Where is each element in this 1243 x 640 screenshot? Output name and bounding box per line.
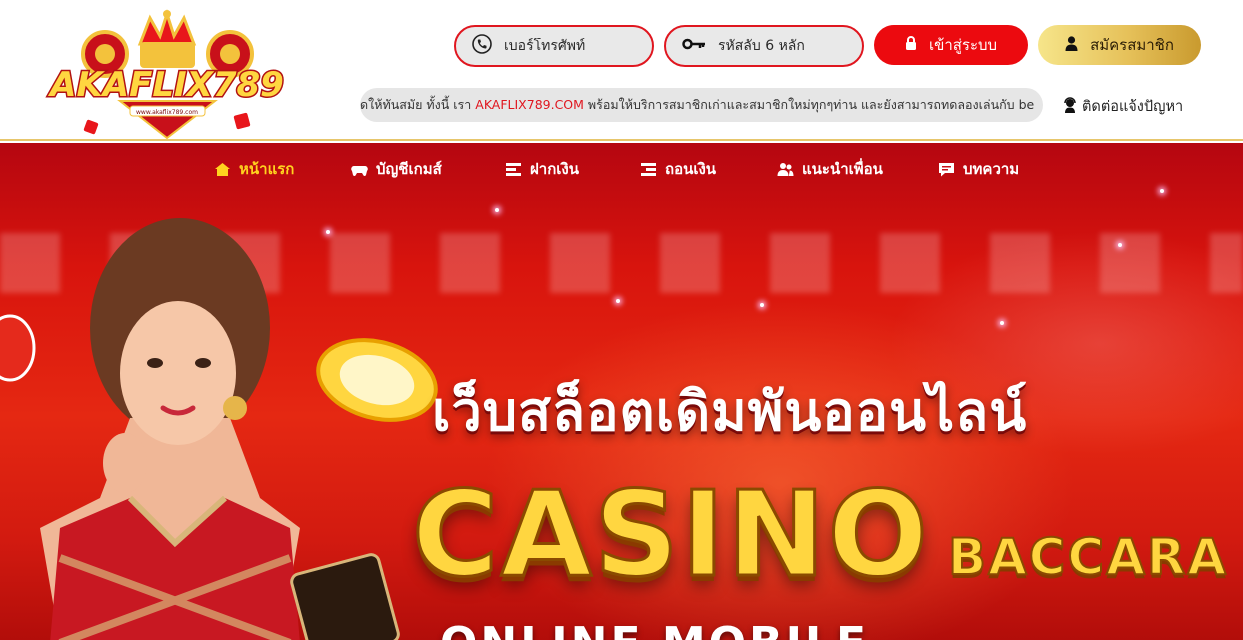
nav-item-label: ฝากเงิน [530,160,579,178]
sparkle [616,299,620,303]
marquee-text-after: พร้อมให้บริการสมาชิกเก่าและสมาชิกใหม่ทุก… [583,97,1035,112]
nav-item-label: ถอนเงิน [665,160,717,178]
user-icon [1065,35,1078,55]
password-field[interactable] [664,25,864,67]
site-logo[interactable]: www.akaflix789.com AKAFLIX789 [45,6,290,146]
sparkle [495,208,499,212]
comment-icon [939,162,954,176]
site-header: www.akaflix789.com AKAFLIX789 เข้าสู่ระบ… [0,0,1243,141]
phone-input[interactable] [504,38,624,54]
password-input[interactable] [718,38,838,54]
phone-icon [472,34,492,58]
nav-item-home[interactable]: หน้าแรก [214,157,294,181]
home-icon [215,162,230,176]
nav-item-referral[interactable]: แนะนำเพื่อน [777,157,883,181]
hero-banner: เว็บสล็อตเดิมพันออนไลน์ CASINO BACCARA O… [0,143,1243,640]
sparkle [760,303,764,307]
nav-item-game-account[interactable]: บัญชีเกมส์ [351,157,442,181]
hero-casino-text: CASINO [411,464,930,605]
announcement-marquee: ดให้ทันสมัย ทั้งนี้ เรา AKAFLIX789.COM พ… [360,88,1043,122]
nav-item-withdraw[interactable]: ถอนเงิน [640,157,716,181]
register-label: สมัครสมาชิก [1090,36,1174,54]
key-icon [682,37,706,55]
support-link[interactable]: ติดต่อแจ้งปัญหา [1062,95,1183,118]
casino-chip [316,338,438,422]
sparkle [1000,321,1004,325]
casino-chip [0,314,36,382]
logo-subtext: www.akaflix789.com [136,109,198,116]
logo-text: AKAFLIX789 [47,65,284,105]
users-icon [777,162,794,176]
nav-item-label: บทความ [963,160,1020,178]
support-label: ติดต่อแจ้งปัญหา [1082,99,1184,115]
deposit-icon [506,162,521,176]
login-label: เข้าสู่ระบบ [928,36,998,54]
login-button[interactable]: เข้าสู่ระบบ [874,25,1028,65]
logo-graphic: www.akaflix789.com AKAFLIX789 [46,9,285,140]
nav-item-label: แนะนำเพื่อน [802,160,883,178]
nav-item-label: บัญชีเกมส์ [376,160,442,178]
nav-item-articles[interactable]: บทความ [938,157,1019,181]
phone-field[interactable] [454,25,654,67]
lock-icon [905,36,917,54]
register-button[interactable]: สมัครสมาชิก [1038,25,1201,65]
gamepad-icon [351,165,368,176]
nav-item-deposit[interactable]: ฝากเงิน [505,157,579,181]
nav-item-label: หน้าแรก [239,160,295,178]
hero-subline: ONLINE MOBILE [440,618,869,640]
hero-title: เว็บสล็อตเดิมพันออนไลน์ [432,380,1028,443]
support-agent-icon [1062,96,1078,117]
withdraw-icon [641,162,656,176]
main-nav: หน้าแรก บัญชีเกมส์ ฝากเงิน ถอนเงิน แนะนำ… [0,143,1243,193]
marquee-site-link[interactable]: AKAFLIX789.COM [475,97,584,112]
hero-baccarat-text: BACCARA [947,527,1229,587]
marquee-text-before: ดให้ทันสมัย ทั้งนี้ เรา [360,97,476,112]
sparkle [1118,243,1122,247]
